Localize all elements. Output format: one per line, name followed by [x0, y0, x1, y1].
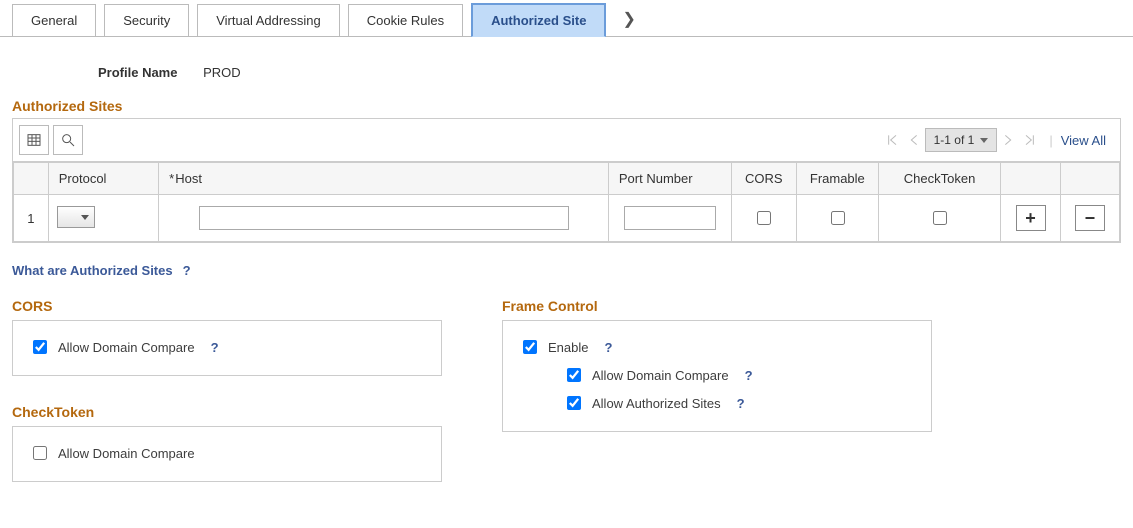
first-icon: [884, 132, 900, 148]
frame-allow-authorized-sites-label: Allow Authorized Sites: [592, 396, 721, 411]
pager-prev-button[interactable]: [903, 129, 925, 151]
cors-header: CORS: [12, 286, 442, 320]
framable-checkbox[interactable]: [831, 211, 845, 225]
col-cors[interactable]: CORS: [731, 163, 796, 195]
protocol-select[interactable]: [57, 206, 95, 228]
next-icon: [1000, 132, 1016, 148]
grid-settings-button[interactable]: [19, 125, 49, 155]
col-port[interactable]: Port Number: [608, 163, 731, 195]
help-icon[interactable]: ?: [737, 396, 745, 411]
pager-separator: |: [1049, 133, 1052, 148]
pager-count[interactable]: 1-1 of 1: [925, 128, 998, 152]
cors-allow-domain-compare-label: Allow Domain Compare: [58, 340, 195, 355]
cors-panel: CORS Allow Domain Compare ? CheckToken A…: [12, 286, 442, 482]
checktoken-allow-domain-compare-checkbox[interactable]: [33, 446, 47, 460]
view-all-link[interactable]: View All: [1061, 133, 1114, 148]
cors-allow-domain-compare-checkbox[interactable]: [33, 340, 47, 354]
profile-name-value: PROD: [203, 65, 241, 80]
col-add: [1001, 163, 1060, 195]
col-remove: [1060, 163, 1119, 195]
tab-more-icon[interactable]: ❯: [614, 5, 643, 33]
authorized-sites-header: Authorized Sites: [0, 80, 1133, 118]
frame-allow-authorized-sites-checkbox[interactable]: [567, 396, 581, 410]
tab-cookie-rules[interactable]: Cookie Rules: [348, 4, 463, 36]
profile-name-row: Profile Name PROD: [0, 37, 1133, 80]
col-protocol[interactable]: Protocol: [48, 163, 158, 195]
tab-general[interactable]: General: [12, 4, 96, 36]
add-row-button[interactable]: +: [1016, 205, 1046, 231]
prev-icon: [906, 132, 922, 148]
frame-allow-domain-compare-label: Allow Domain Compare: [592, 368, 729, 383]
frame-enable-checkbox[interactable]: [523, 340, 537, 354]
col-checktoken[interactable]: CheckToken: [878, 163, 1001, 195]
grid-search-button[interactable]: [53, 125, 83, 155]
frame-allow-domain-compare-checkbox[interactable]: [567, 368, 581, 382]
pager-count-text: 1-1 of 1: [934, 133, 975, 147]
frame-control-panel: Frame Control Enable ? Allow Domain Comp…: [502, 286, 932, 482]
grid-settings-icon: [26, 132, 42, 148]
cors-checkbox[interactable]: [757, 211, 771, 225]
checktoken-header: CheckToken: [12, 376, 442, 426]
tab-security[interactable]: Security: [104, 4, 189, 36]
tab-virtual-addressing[interactable]: Virtual Addressing: [197, 4, 340, 36]
row-number: 1: [14, 195, 49, 242]
caret-down-icon: [980, 138, 988, 143]
checktoken-allow-domain-compare-label: Allow Domain Compare: [58, 446, 195, 461]
tab-authorized-site[interactable]: Authorized Site: [471, 3, 606, 37]
frame-enable-label: Enable: [548, 340, 588, 355]
help-icon[interactable]: ?: [211, 340, 219, 355]
table-row: 1 + −: [14, 195, 1120, 242]
col-framable[interactable]: Framable: [796, 163, 878, 195]
remove-row-button[interactable]: −: [1075, 205, 1105, 231]
pager-first-button[interactable]: [881, 129, 903, 151]
col-rownum: [14, 163, 49, 195]
help-icon[interactable]: ?: [183, 263, 191, 278]
grid-toolbar: 1-1 of 1 | View All: [13, 119, 1120, 162]
authorized-sites-grid: 1-1 of 1 | View All Protocol Host Port N…: [12, 118, 1121, 243]
col-host[interactable]: Host: [159, 163, 609, 195]
checktoken-checkbox[interactable]: [933, 211, 947, 225]
profile-name-label: Profile Name: [98, 65, 177, 80]
frame-control-header: Frame Control: [502, 286, 932, 320]
last-icon: [1022, 132, 1038, 148]
grid-table: Protocol Host Port Number CORS Framable …: [13, 162, 1120, 242]
pager-last-button[interactable]: [1019, 129, 1041, 151]
host-input[interactable]: [199, 206, 569, 230]
tab-bar: General Security Virtual Addressing Cook…: [0, 0, 1133, 37]
port-input[interactable]: [624, 206, 716, 230]
help-icon[interactable]: ?: [745, 368, 753, 383]
help-icon[interactable]: ?: [604, 340, 612, 355]
search-icon: [60, 132, 76, 148]
what-are-authorized-sites-link[interactable]: What are Authorized Sites ?: [0, 243, 191, 278]
pager-next-button[interactable]: [997, 129, 1019, 151]
